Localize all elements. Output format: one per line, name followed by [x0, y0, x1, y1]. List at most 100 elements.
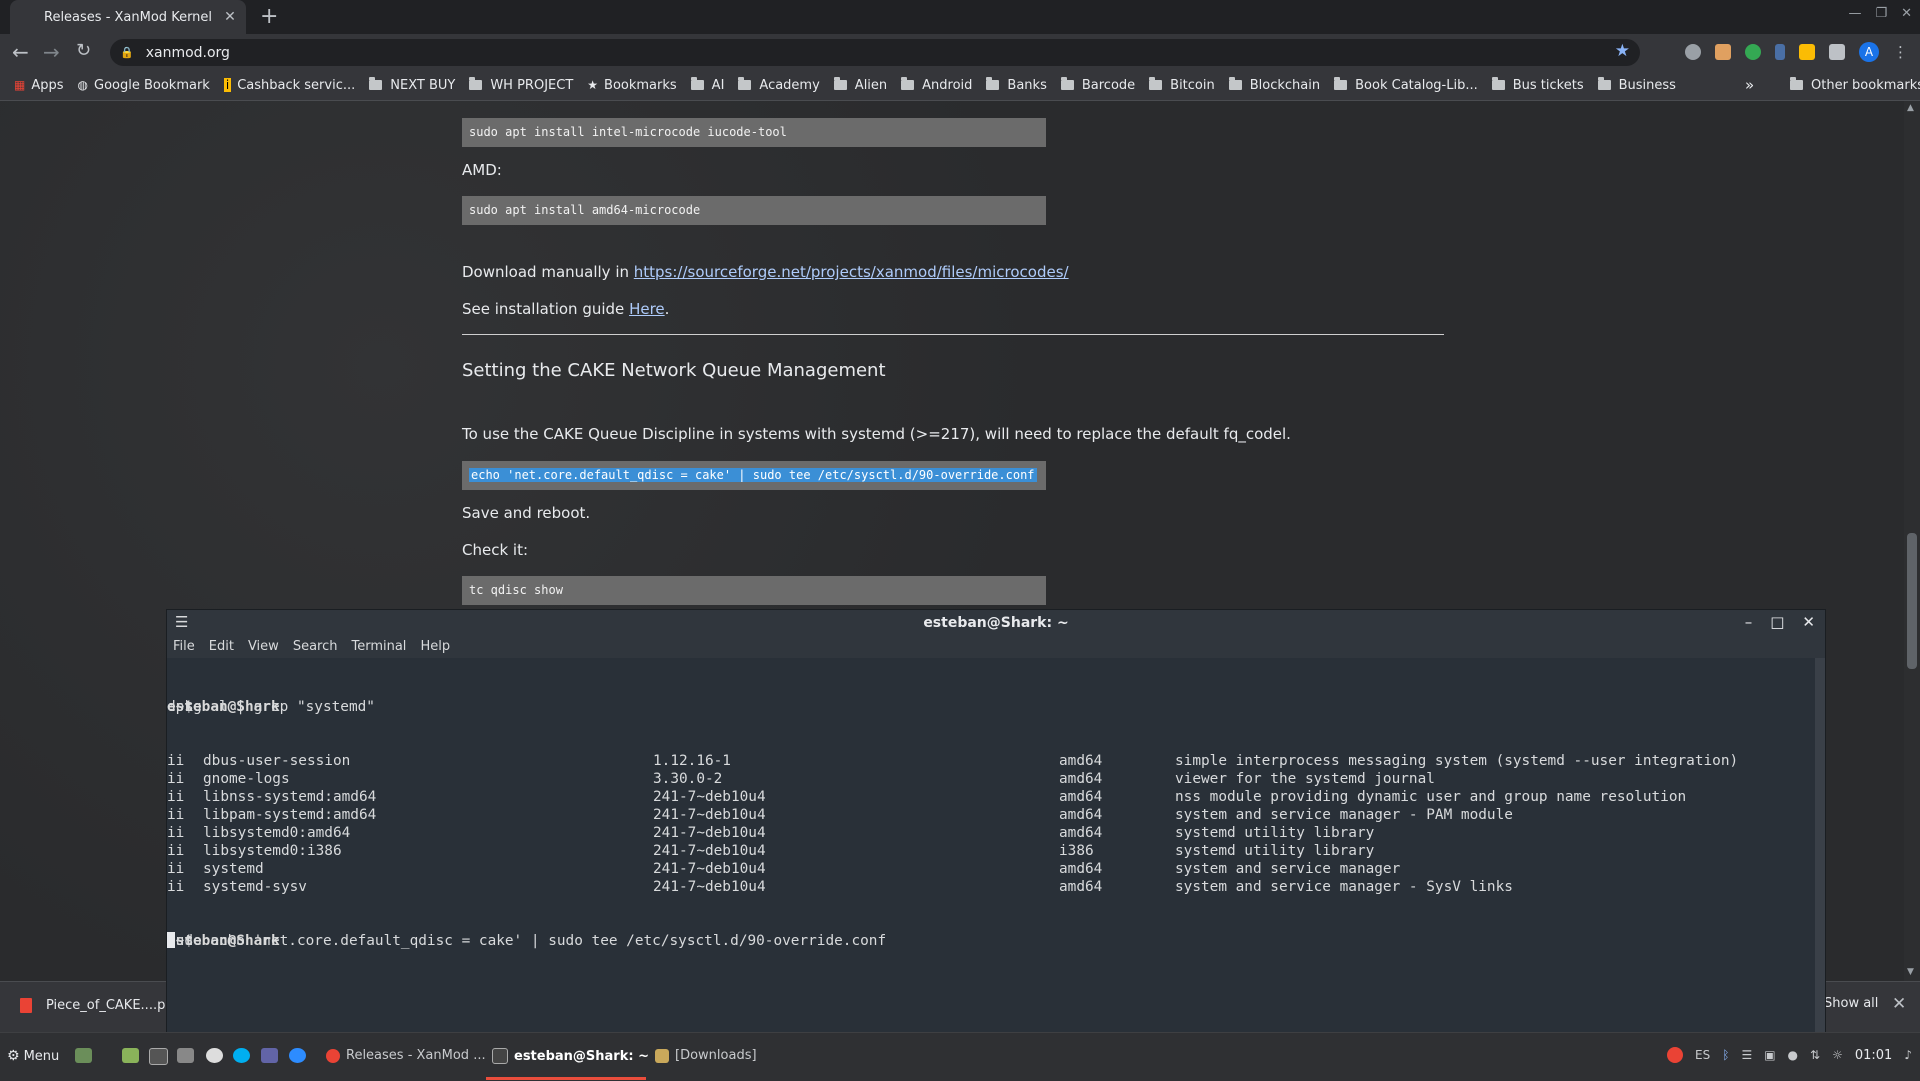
bookmark-folder[interactable]: AI — [690, 77, 724, 93]
close-icon[interactable]: ✕ — [1802, 613, 1815, 631]
more-menu-icon[interactable]: ⋮ — [1893, 43, 1908, 61]
code-cake-command[interactable]: echo 'net.core.default_qdisc = cake' | s… — [462, 461, 1046, 490]
network-icon[interactable]: ⇅ — [1810, 1048, 1820, 1062]
close-download-bar-icon[interactable]: ✕ — [1892, 994, 1906, 1014]
music-icon[interactable]: ♪ — [1904, 1048, 1912, 1062]
menu-view[interactable]: View — [248, 636, 279, 658]
chrome-tray-icon[interactable] — [1667, 1047, 1684, 1063]
url-text: xanmod.org — [145, 44, 230, 61]
show-desktop-icon[interactable] — [75, 1048, 92, 1063]
show-all-button[interactable]: Show all — [1824, 996, 1878, 1011]
bookmark-folder[interactable]: Academy — [738, 77, 820, 93]
close-window-icon[interactable]: ✕ — [1901, 6, 1912, 21]
other-bookmarks[interactable]: Other bookmarks — [1790, 70, 1920, 100]
more-bookmarks-icon[interactable]: » — [1745, 76, 1754, 94]
package-desc: systemd utility library — [1175, 825, 1375, 841]
folder-icon — [986, 77, 1000, 90]
menu-edit[interactable]: Edit — [209, 636, 234, 658]
download-item[interactable]: Piece_of_CAKE....pdf — [20, 998, 178, 1013]
skype-icon[interactable] — [233, 1048, 250, 1063]
bookmark-folder[interactable]: Android — [901, 77, 972, 93]
keyboard-layout[interactable]: ES — [1695, 1048, 1710, 1062]
task-chrome[interactable]: Releases - XanMod ... — [326, 1048, 486, 1063]
package-desc: system and service manager - PAM module — [1175, 807, 1513, 823]
zoom-icon[interactable] — [289, 1048, 306, 1063]
selected-command-text[interactable]: echo 'net.core.default_qdisc = cake' | s… — [469, 468, 1037, 482]
address-bar[interactable]: 🔒 xanmod.org ★ — [110, 39, 1640, 66]
minimize-icon[interactable]: — — [1848, 6, 1861, 21]
clipboard-icon[interactable]: ▣ — [1764, 1048, 1775, 1062]
bookmark-folder[interactable]: NEXT BUY — [369, 77, 455, 93]
scroll-thumb[interactable] — [1907, 533, 1917, 669]
brightness-icon[interactable]: ☼ — [1832, 1048, 1843, 1062]
bookmark-star-icon[interactable]: ★ — [1615, 41, 1630, 61]
package-row: ii libpam-systemd:amd64 241-7~deb10u4 amd64… — [167, 806, 1815, 824]
puzzle-icon[interactable] — [1829, 44, 1845, 60]
system-tray: ES ᛒ ☰ ▣ ● ⇅ ☼ 01:01 ♪ — [1667, 1047, 1912, 1063]
reload-icon[interactable]: ↻ — [76, 40, 91, 61]
guide-link[interactable]: Here — [629, 300, 665, 318]
lock-icon[interactable]: 🔒 — [120, 46, 134, 59]
gift-extension-icon[interactable] — [1715, 44, 1731, 60]
bookmark-folder[interactable]: Barcode — [1060, 77, 1135, 93]
notification-extension-icon[interactable] — [1799, 44, 1815, 60]
profile-avatar[interactable]: A — [1859, 42, 1879, 62]
bluetooth-icon[interactable]: ᛒ — [1722, 1048, 1729, 1062]
scroll-down-icon[interactable]: ▼ — [1907, 967, 1914, 977]
bookmark-folder[interactable]: Blockchain — [1228, 77, 1320, 93]
minimize-icon[interactable]: – — [1745, 613, 1753, 631]
check-extension-icon[interactable] — [1745, 44, 1761, 60]
terminal-output[interactable]: esteban@Shark:~$ dpkg -l | grep "systemd… — [167, 662, 1815, 986]
task-terminal[interactable]: esteban@Shark: ~ — [492, 1048, 649, 1064]
bookmark-folder[interactable]: Business — [1597, 77, 1676, 93]
menu-help[interactable]: Help — [420, 636, 450, 658]
command-line: esteban@Shark:~$ sudo echo 'net.core.def… — [167, 932, 887, 949]
files-icon[interactable] — [122, 1048, 139, 1063]
bookmark-folder[interactable]: WH PROJECT — [469, 77, 573, 93]
tab-close-icon[interactable]: ✕ — [220, 9, 240, 25]
menu-file[interactable]: File — [173, 636, 195, 658]
sourceforge-link[interactable]: https://sourceforge.net/projects/xanmod/… — [634, 263, 1069, 281]
scroll-up-icon[interactable]: ▲ — [1907, 103, 1914, 113]
bookmark-folder[interactable]: Banks — [986, 77, 1047, 93]
bookmark-folder[interactable]: Book Catalog-Lib... — [1334, 77, 1478, 93]
task-downloads[interactable]: [Downloads] — [655, 1048, 757, 1063]
code-check-command: tc qdisc show — [462, 576, 1046, 605]
package-arch: amd64 — [1059, 753, 1103, 769]
maximize-icon[interactable]: □ — [1770, 613, 1784, 631]
terminal-scrollbar[interactable] — [1815, 658, 1825, 1032]
forward-icon[interactable]: → — [43, 40, 60, 64]
terminal-launcher-icon[interactable] — [149, 1048, 168, 1065]
back-icon[interactable]: ← — [12, 40, 29, 64]
terminal-window[interactable]: ☰ esteban@Shark: ~ – □ ✕ File Edit View … — [166, 609, 1826, 1033]
bookmark-folder[interactable]: Bus tickets — [1491, 77, 1584, 93]
bookmark-folder[interactable]: Alien — [833, 77, 887, 93]
package-ver: 241-7~deb10u4 — [653, 825, 766, 841]
app-circle-icon[interactable] — [206, 1048, 223, 1063]
menu-terminal[interactable]: Terminal — [351, 636, 406, 658]
bookmark-google[interactable]: ◍ Google Bookmark — [78, 78, 210, 93]
page-scrollbar[interactable]: ▲ ▼ — [1904, 101, 1920, 981]
bookmark-cashback[interactable]: i Cashback servic... — [223, 78, 355, 93]
clock[interactable]: 01:01 — [1855, 1048, 1892, 1063]
tab-xanmod[interactable]: Releases - XanMod Kernel ✕ — [10, 0, 246, 34]
drive-extension-icon[interactable] — [1775, 44, 1785, 60]
cloud-extension-icon[interactable] — [1685, 44, 1701, 60]
user-icon[interactable]: ● — [1788, 1048, 1798, 1062]
settings-tray-icon[interactable]: ☰ — [1741, 1048, 1752, 1062]
restore-icon[interactable]: ❐ — [1875, 6, 1887, 21]
bookmark-folder[interactable]: Bitcoin — [1149, 77, 1215, 93]
printer-icon[interactable] — [177, 1048, 194, 1063]
package-name: libnss-systemd:amd64 — [203, 789, 377, 805]
terminal-titlebar[interactable]: ☰ esteban@Shark: ~ – □ ✕ — [167, 610, 1825, 636]
teams-icon[interactable] — [261, 1048, 278, 1063]
package-arch: amd64 — [1059, 879, 1103, 895]
gear-icon: ⚙ — [7, 1048, 20, 1064]
bookmark-bookmarks[interactable]: ★ Bookmarks — [587, 78, 676, 93]
new-tab-button[interactable]: + — [260, 4, 278, 29]
bookmark-apps[interactable]: ▦ Apps — [14, 78, 64, 93]
start-menu-button[interactable]: ⚙ Menu — [7, 1048, 59, 1064]
folder-icon — [655, 1048, 669, 1063]
menu-search[interactable]: Search — [293, 636, 338, 658]
extensions-area: A ⋮ — [1685, 42, 1908, 62]
